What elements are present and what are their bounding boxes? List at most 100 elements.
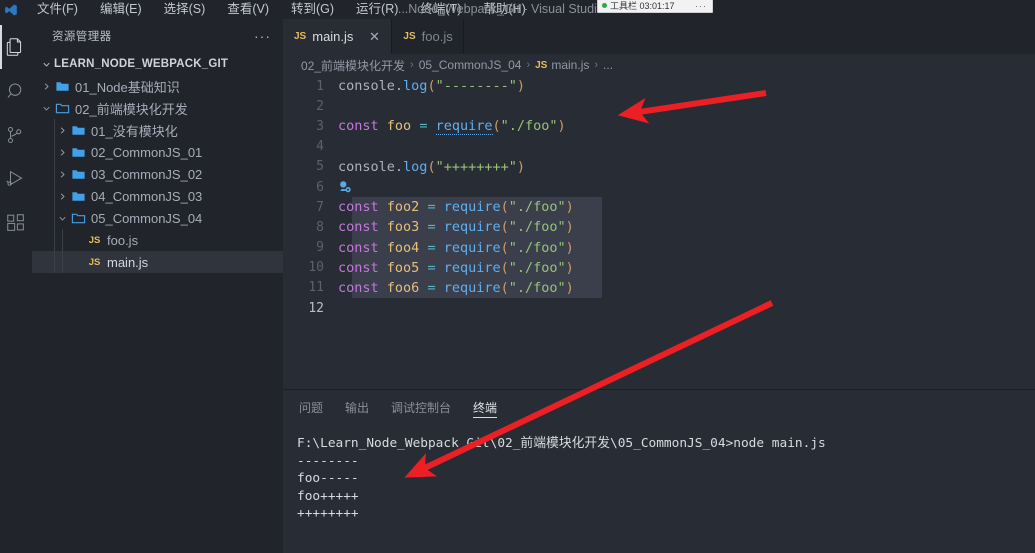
activitybar-search[interactable] [0, 69, 32, 113]
tree-file-row[interactable]: JS foo.js [32, 229, 283, 251]
tab-terminal[interactable]: 终端 [473, 390, 498, 425]
tree-folder-row[interactable]: 02_前端模块化开发 [32, 97, 283, 119]
tree-file-row[interactable]: JS main.js [32, 251, 283, 273]
code-line[interactable]: 3 const foo = require("./foo") [283, 116, 1035, 136]
code-token: . [394, 158, 404, 175]
js-file-icon: JS [403, 31, 416, 42]
menu-go[interactable]: 转到(G) [280, 0, 345, 19]
breadcrumb-folder-1[interactable]: 02_前端模块化开发 [301, 57, 405, 74]
menu-file[interactable]: 文件(F) [26, 0, 89, 19]
activitybar-extensions[interactable] [0, 201, 32, 245]
line-number: 2 [316, 98, 324, 114]
code-token: require [435, 118, 493, 136]
chevron-down-icon[interactable] [38, 97, 54, 119]
tree-folder-row[interactable]: 05_CommonJS_04 [32, 207, 283, 229]
tree-folder-row[interactable]: 02_CommonJS_01 [32, 141, 283, 163]
code-line[interactable]: 8 const foo3 = require("./foo") [283, 217, 1035, 238]
activitybar-run-and-debug[interactable] [0, 157, 32, 201]
menu-run[interactable]: 运行(R) [345, 0, 409, 19]
code-line[interactable]: 7 const foo2 = require("./foo") [283, 197, 1035, 218]
code-line[interactable]: 11 const foo6 = require("./foo") [283, 277, 1035, 299]
code-token: ( [500, 259, 509, 276]
run-debug-icon [5, 168, 27, 190]
tab-problems[interactable]: 问题 [299, 390, 323, 425]
chevron-down-icon[interactable] [54, 207, 70, 229]
code-line[interactable]: 9 const foo4 = require("./foo") [283, 237, 1035, 258]
chevron-right-icon[interactable] [54, 141, 70, 163]
explorer-more-icon[interactable]: ··· [250, 29, 275, 43]
activitybar-explorer[interactable] [0, 25, 32, 69]
explorer-sidebar: 资源管理器 ··· LEARN_NODE_WEBPACK_GIT 01_Node… [32, 19, 283, 553]
folder-icon [54, 75, 71, 97]
close-icon[interactable]: ✕ [367, 30, 381, 43]
code-editor[interactable]: 1 console.log("--------") 2 3 const foo = re… [283, 76, 1035, 389]
recorder-more-icon[interactable]: ··· [695, 1, 712, 11]
explorer-title: 资源管理器 [52, 31, 112, 43]
tree-folder-row[interactable]: 04_CommonJS_03 [32, 185, 283, 207]
tree-folder-row[interactable]: 01_Node基础知识 [32, 75, 283, 97]
code-line[interactable]: 5 console.log("++++++++") [283, 157, 1035, 177]
line-number: 8 [316, 219, 324, 235]
code-token: ) [565, 239, 574, 256]
workspace-root-row[interactable]: LEARN_NODE_WEBPACK_GIT [32, 53, 283, 75]
code-line[interactable]: 4 [283, 137, 1035, 157]
code-token: require [443, 259, 501, 276]
indent-guide [54, 251, 55, 273]
bottom-panel: 问题 输出 调试控制台 终端 F:\Learn_Node_Webpack_Git… [283, 389, 1035, 553]
code-line[interactable]: 10 const foo5 = require("./foo") [283, 257, 1035, 278]
breadcrumb-file[interactable]: main.js [551, 58, 589, 72]
tree-folder-row[interactable]: 03_CommonJS_02 [32, 163, 283, 185]
code-token: "./foo" [508, 219, 566, 236]
recorder-overlay-widget[interactable]: 工具栏 03:01:17 ··· [597, 0, 713, 13]
code-token: const [338, 219, 379, 236]
menu-edit[interactable]: 编辑(E) [89, 0, 153, 19]
js-file-icon: JS [535, 59, 548, 71]
menu-help[interactable]: 帮助(H) [472, 0, 536, 19]
code-token: ( [500, 219, 509, 236]
code-token: console [338, 78, 395, 95]
terminal-output[interactable]: F:\Learn_Node_Webpack_Git\02_前端模块化开发\05_… [283, 425, 1035, 523]
code-line[interactable]: 2 [283, 96, 1035, 116]
search-icon [5, 80, 27, 102]
tree-item-label: foo.js [107, 232, 139, 248]
code-token: = [427, 279, 436, 296]
code-line[interactable]: 1 console.log("--------") [283, 76, 1035, 96]
code-token: const [338, 259, 379, 276]
menu-selection[interactable]: 选择(S) [153, 0, 217, 19]
chevron-right-icon[interactable] [54, 119, 70, 141]
code-line-text: const foo5 = require("./foo") [338, 260, 574, 276]
code-line[interactable]: 12 [283, 298, 1035, 318]
line-number: 4 [316, 139, 324, 155]
code-token: ( [492, 118, 501, 135]
folder-icon [70, 141, 87, 163]
code-token: const [338, 239, 379, 256]
chevron-right-icon[interactable] [38, 75, 54, 97]
tree-folder-row[interactable]: 01_没有模块化 [32, 119, 283, 141]
menu-terminal[interactable]: 终端(T) [409, 0, 472, 19]
breadcrumb-folder-2[interactable]: 05_CommonJS_04 [419, 58, 522, 72]
code-token: foo2 [386, 199, 420, 216]
tab-output[interactable]: 输出 [345, 390, 369, 425]
menu-view[interactable]: 查看(V) [216, 0, 280, 19]
indent-guide [54, 119, 55, 141]
code-token: ) [557, 118, 566, 135]
code-token: = [427, 219, 436, 236]
tab-main-js[interactable]: JS main.js ✕ [283, 19, 393, 54]
breadcrumb-symbols[interactable]: ... [603, 58, 613, 72]
tab-foo-js[interactable]: JS foo.js [392, 19, 464, 54]
code-line-text: const foo = require("./foo") [338, 118, 566, 136]
code-line[interactable]: 6 [283, 177, 1035, 197]
chevron-right-icon[interactable] [54, 163, 70, 185]
indent-guide [54, 229, 55, 251]
chevron-right-icon[interactable] [54, 185, 70, 207]
code-token: . [394, 78, 404, 95]
code-token: log [403, 78, 428, 95]
tab-debug-console[interactable]: 调试控制台 [391, 390, 451, 425]
activitybar-source-control[interactable] [0, 113, 32, 157]
